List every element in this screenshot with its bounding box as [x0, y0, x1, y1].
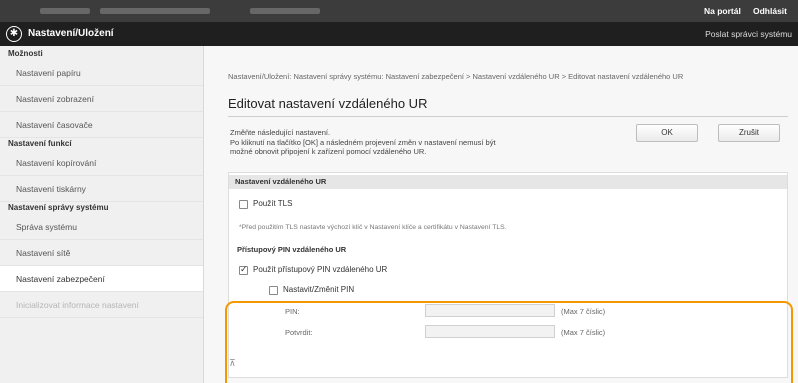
confirm-hint: (Max 7 číslic): [561, 328, 606, 337]
description-line: Po kliknutí na tlačítko [OK] a následném…: [230, 137, 496, 147]
sidebar: Možnosti Nastavení papíru Nastavení zobr…: [0, 46, 204, 383]
sidebar-heading-options: Možnosti: [8, 49, 43, 58]
sidebar-item-security-settings[interactable]: Nastavení zabezpečení: [0, 266, 203, 292]
sidebar-heading-function-settings: Nastavení funkcí: [8, 139, 72, 148]
mail-to-admin-link[interactable]: Poslat správci systému: [705, 29, 792, 39]
title-divider: [228, 116, 788, 117]
app-title: Nastavení/Uložení: [28, 28, 114, 39]
logout-link[interactable]: Odhlásit: [753, 6, 787, 16]
section-header-remote-ui: Nastavení vzdáleného UR: [229, 175, 787, 189]
sidebar-item-initialize-settings[interactable]: Inicializovat informace nastavení: [0, 292, 203, 318]
use-tls-checkbox[interactable]: [239, 200, 248, 209]
ok-button[interactable]: OK: [636, 124, 698, 142]
top-bar: Na portál Odhlásit: [0, 0, 798, 22]
sidebar-item-network-settings[interactable]: Nastavení sítě: [0, 240, 203, 266]
pin-hint: (Max 7 číslic): [561, 307, 606, 316]
description-line: Změňte následující nastavení.: [230, 128, 331, 137]
blurred-user-info: [40, 8, 90, 14]
use-pin-label: Použít přístupový PIN vzdáleného UR: [253, 265, 388, 274]
portal-link[interactable]: Na portál: [704, 6, 741, 16]
pin-input[interactable]: [425, 304, 555, 317]
settings-icon: ✱: [6, 26, 22, 42]
sidebar-item-timer-settings[interactable]: Nastavení časovače: [0, 112, 203, 138]
sidebar-item-system-management[interactable]: Správa systému: [0, 214, 203, 240]
page-title: Editovat nastavení vzdáleného UR: [228, 96, 428, 111]
section-header-pin: Přístupový PIN vzdáleného UR: [237, 245, 347, 254]
set-pin-checkbox[interactable]: [269, 286, 278, 295]
use-tls-label: Použít TLS: [253, 199, 293, 208]
page-description: Změňte následující nastavení. Po kliknut…: [230, 128, 630, 157]
sidebar-item-printer-settings[interactable]: Nastavení tiskárny: [0, 176, 203, 202]
sidebar-item-copy-settings[interactable]: Nastavení kopírování: [0, 150, 203, 176]
pin-label: PIN:: [285, 307, 300, 316]
blurred-user-info: [100, 8, 210, 14]
sidebar-item-paper-settings[interactable]: Nastavení papíru: [0, 60, 203, 86]
sidebar-heading-system-management: Nastavení správy systému: [8, 203, 109, 212]
use-pin-checkbox[interactable]: [239, 264, 248, 275]
scroll-to-top-icon[interactable]: ⊼: [229, 358, 236, 369]
breadcrumb: Nastavení/Uložení: Nastavení správy syst…: [228, 72, 684, 81]
sidebar-item-display-settings[interactable]: Nastavení zobrazení: [0, 86, 203, 112]
confirm-label: Potvrdit:: [285, 328, 313, 337]
main-content: Nastavení/Uložení: Nastavení správy syst…: [204, 46, 798, 383]
description-line: možné obnovit připojení k zařízení pomoc…: [230, 147, 427, 156]
settings-panel: Nastavení vzdáleného UR Použít TLS *Před…: [228, 172, 788, 378]
set-pin-label: Nastavit/Změnit PIN: [283, 285, 355, 294]
title-bar: ✱ Nastavení/Uložení Poslat správci systé…: [0, 22, 798, 46]
cancel-button[interactable]: Zrušit: [718, 124, 780, 142]
confirm-pin-input[interactable]: [425, 325, 555, 338]
tls-note: *Před použitím TLS nastavte výchozí klíč…: [239, 224, 507, 231]
blurred-user-info: [250, 8, 320, 14]
